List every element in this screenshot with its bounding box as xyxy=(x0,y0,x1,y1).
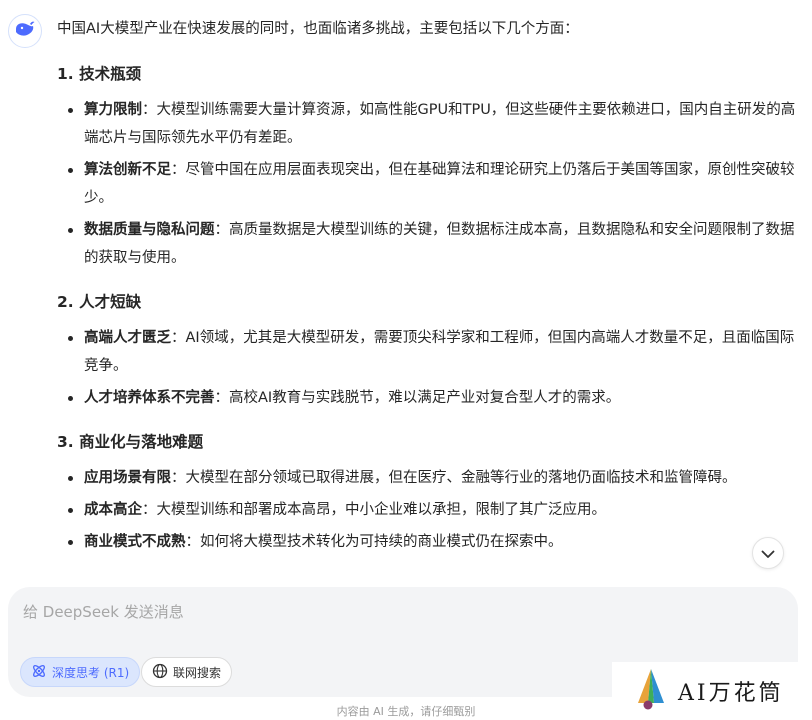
item-title: 高端人才匮乏 xyxy=(84,330,171,346)
section-list: 高端人才匮乏：AI领域，尤其是大模型研发，需要顶尖科学家和工程师，但国内高端人才… xyxy=(57,324,802,412)
pen-nib-logo-icon xyxy=(634,667,668,715)
list-item: 应用场景有限：大模型在部分领域已取得进展，但在医疗、金融等行业的落地仍面临技术和… xyxy=(57,464,802,492)
section-heading: 2. 人才短缺 xyxy=(57,293,142,311)
message-intro: 中国AI大模型产业在快速发展的同时，也面临诸多挑战，主要包括以下几个方面： xyxy=(57,21,579,37)
message-input[interactable]: 给 DeepSeek 发送消息 xyxy=(23,601,184,622)
watermark-text: AI万花筒 xyxy=(678,681,784,706)
list-item: 算力限制：大模型训练需要大量计算资源，如高性能GPU和TPU，但这些硬件主要依赖… xyxy=(57,96,802,152)
web-search-label: 联网搜索 xyxy=(173,665,222,680)
item-text: ：尽管中国在应用层面表现突出，但在基础算法和理论研究上仍落后于美国等国家，原创性… xyxy=(84,162,795,206)
globe-icon xyxy=(152,663,168,682)
list-item: 商业模式不成熟：如何将大模型技术转化为可持续的商业模式仍在探索中。 xyxy=(57,528,802,556)
item-title: 商业模式不成熟 xyxy=(84,534,186,550)
assistant-avatar xyxy=(8,14,42,48)
item-title: 应用场景有限 xyxy=(84,470,171,486)
item-text: ：高校AI教育与实践脱节，难以满足产业对复合型人才的需求。 xyxy=(214,390,621,406)
item-text: ：大模型在部分领域已取得进展，但在医疗、金融等行业的落地仍面临技术和监管障碍。 xyxy=(171,470,737,486)
item-title: 人才培养体系不完善 xyxy=(84,390,215,406)
deep-think-label: 深度思考 (R1) xyxy=(52,665,130,680)
chevron-down-icon xyxy=(761,544,775,563)
scroll-to-bottom-button[interactable] xyxy=(752,537,784,569)
list-item: 数据质量与隐私问题：高质量数据是大模型训练的关键，但数据标注成本高，且数据隐私和… xyxy=(57,216,802,272)
list-item: 成本高企：大模型训练和部署成本高昂，中小企业难以承担，限制了其广泛应用。 xyxy=(57,496,802,524)
deep-think-toggle[interactable]: 深度思考 (R1) xyxy=(20,657,141,687)
list-item: 高端人才匮乏：AI领域，尤其是大模型研发，需要顶尖科学家和工程师，但国内高端人才… xyxy=(57,324,802,380)
atom-icon xyxy=(31,663,47,682)
item-text: ：大模型训练需要大量计算资源，如高性能GPU和TPU，但这些硬件主要依赖进口，国… xyxy=(84,102,796,146)
deepseek-whale-icon xyxy=(14,20,36,42)
item-text: ：大模型训练和部署成本高昂，中小企业难以承担，限制了其广泛应用。 xyxy=(142,502,606,518)
section-list: 算力限制：大模型训练需要大量计算资源，如高性能GPU和TPU，但这些硬件主要依赖… xyxy=(57,96,802,272)
web-search-toggle[interactable]: 联网搜索 xyxy=(141,657,233,687)
section-heading: 1. 技术瓶颈 xyxy=(57,65,142,83)
item-title: 算法创新不足 xyxy=(84,162,171,178)
section-heading: 3. 商业化与落地难题 xyxy=(57,433,204,451)
item-text: ：AI领域，尤其是大模型研发，需要顶尖科学家和工程师，但国内高端人才数量不足，且… xyxy=(84,330,795,374)
section-list: 应用场景有限：大模型在部分领域已取得进展，但在医疗、金融等行业的落地仍面临技术和… xyxy=(57,464,802,556)
item-title: 数据质量与隐私问题 xyxy=(84,222,215,238)
item-title: 成本高企 xyxy=(84,502,142,518)
list-item: 人才培养体系不完善：高校AI教育与实践脱节，难以满足产业对复合型人才的需求。 xyxy=(57,384,802,412)
item-title: 算力限制 xyxy=(84,102,142,118)
item-text: ：如何将大模型技术转化为可持续的商业模式仍在探索中。 xyxy=(185,534,563,550)
watermark: AI万花筒 xyxy=(612,662,800,720)
list-item: 算法创新不足：尽管中国在应用层面表现突出，但在基础算法和理论研究上仍落后于美国等… xyxy=(57,156,802,212)
assistant-message: 中国AI大模型产业在快速发展的同时，也面临诸多挑战，主要包括以下几个方面： 1.… xyxy=(57,18,802,560)
